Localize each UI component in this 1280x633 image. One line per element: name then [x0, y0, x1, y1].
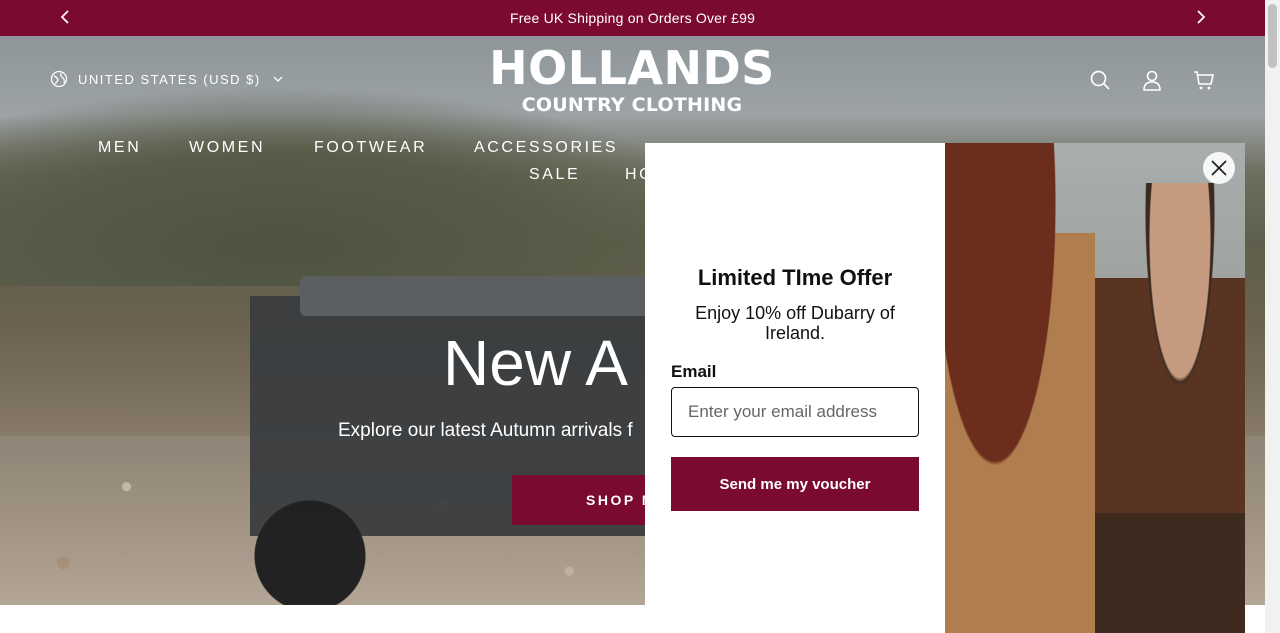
popup-title: Limited TIme Offer [697, 265, 893, 290]
popup-close-button[interactable] [1203, 152, 1235, 184]
send-voucher-button[interactable]: Send me my voucher [671, 457, 919, 511]
popup-description: Enjoy 10% off Dubarry of Ireland. [695, 303, 895, 343]
popup-form: Limited TIme Offer Enjoy 10% off Dubarry… [645, 143, 945, 633]
nav-item-accessories[interactable]: ACCESSORIES [474, 139, 618, 157]
email-label: Email [671, 362, 717, 381]
locale-selector[interactable]: UNITED STATES (USD $) [50, 70, 283, 88]
announcement-bar: Free UK Shipping on Orders Over £99 [0, 0, 1265, 36]
popup-image-woman [945, 143, 1095, 633]
popup-image-man [1095, 183, 1245, 633]
page-scrollbar[interactable] [1265, 0, 1280, 633]
globe-icon [50, 70, 68, 88]
account-icon[interactable] [1141, 69, 1163, 91]
locale-label: UNITED STATES (USD $) [78, 71, 261, 87]
cart-icon[interactable] [1193, 69, 1215, 91]
newsletter-popup: Limited TIme Offer Enjoy 10% off Dubarry… [645, 143, 1245, 633]
search-icon[interactable] [1089, 69, 1111, 91]
chevron-left-icon[interactable] [56, 7, 76, 27]
close-icon [1211, 160, 1227, 176]
hero-subtitle: Explore our latest Autumn arrivals f [338, 420, 633, 441]
nav-item-footwear[interactable]: FOOTWEAR [314, 139, 427, 157]
nav-item-women[interactable]: WOMEN [189, 139, 265, 157]
scrollbar-thumb[interactable] [1268, 4, 1277, 68]
announcement-text: Free UK Shipping on Orders Over £99 [509, 10, 756, 26]
logo-line1: HOLLANDS [489, 41, 775, 95]
hero-roof-rack-image [300, 276, 660, 316]
nav-item-sale[interactable]: SALE [529, 166, 580, 184]
chevron-right-icon[interactable] [1190, 7, 1210, 27]
nav-item-men[interactable]: MEN [98, 139, 141, 157]
chevron-down-icon [273, 76, 283, 82]
hero-title: New A [443, 327, 628, 399]
popup-image [945, 143, 1245, 633]
site-logo[interactable]: HOLLANDS COUNTRY CLOTHING [482, 42, 782, 116]
email-field[interactable] [671, 387, 919, 437]
logo-line2: COUNTRY CLOTHING [521, 94, 743, 116]
